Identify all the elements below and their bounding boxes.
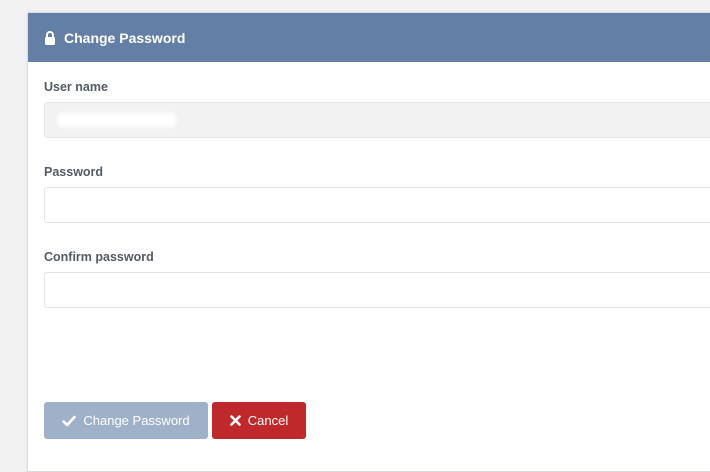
dialog-header: Change Password [28, 13, 710, 62]
change-password-button[interactable]: Change Password [44, 402, 208, 439]
check-icon [62, 415, 77, 427]
close-icon [229, 415, 241, 426]
confirm-password-label: Confirm password [44, 250, 154, 264]
password-label: Password [44, 165, 104, 179]
redacted-username [57, 113, 177, 127]
confirm-password-field[interactable] [44, 272, 710, 308]
username-field [44, 102, 710, 138]
password-input[interactable] [45, 188, 710, 222]
cancel-button-label: Cancel [247, 413, 289, 428]
password-field[interactable] [44, 187, 710, 223]
change-password-dialog: Change Password User name Password Confi… [27, 12, 710, 472]
cancel-button[interactable]: Cancel [212, 402, 306, 439]
dialog-title: Change Password [64, 29, 186, 46]
change-password-button-label: Change Password [83, 413, 190, 428]
confirm-password-input[interactable] [45, 273, 710, 307]
username-label: User name [44, 80, 108, 94]
lock-icon [44, 30, 56, 45]
